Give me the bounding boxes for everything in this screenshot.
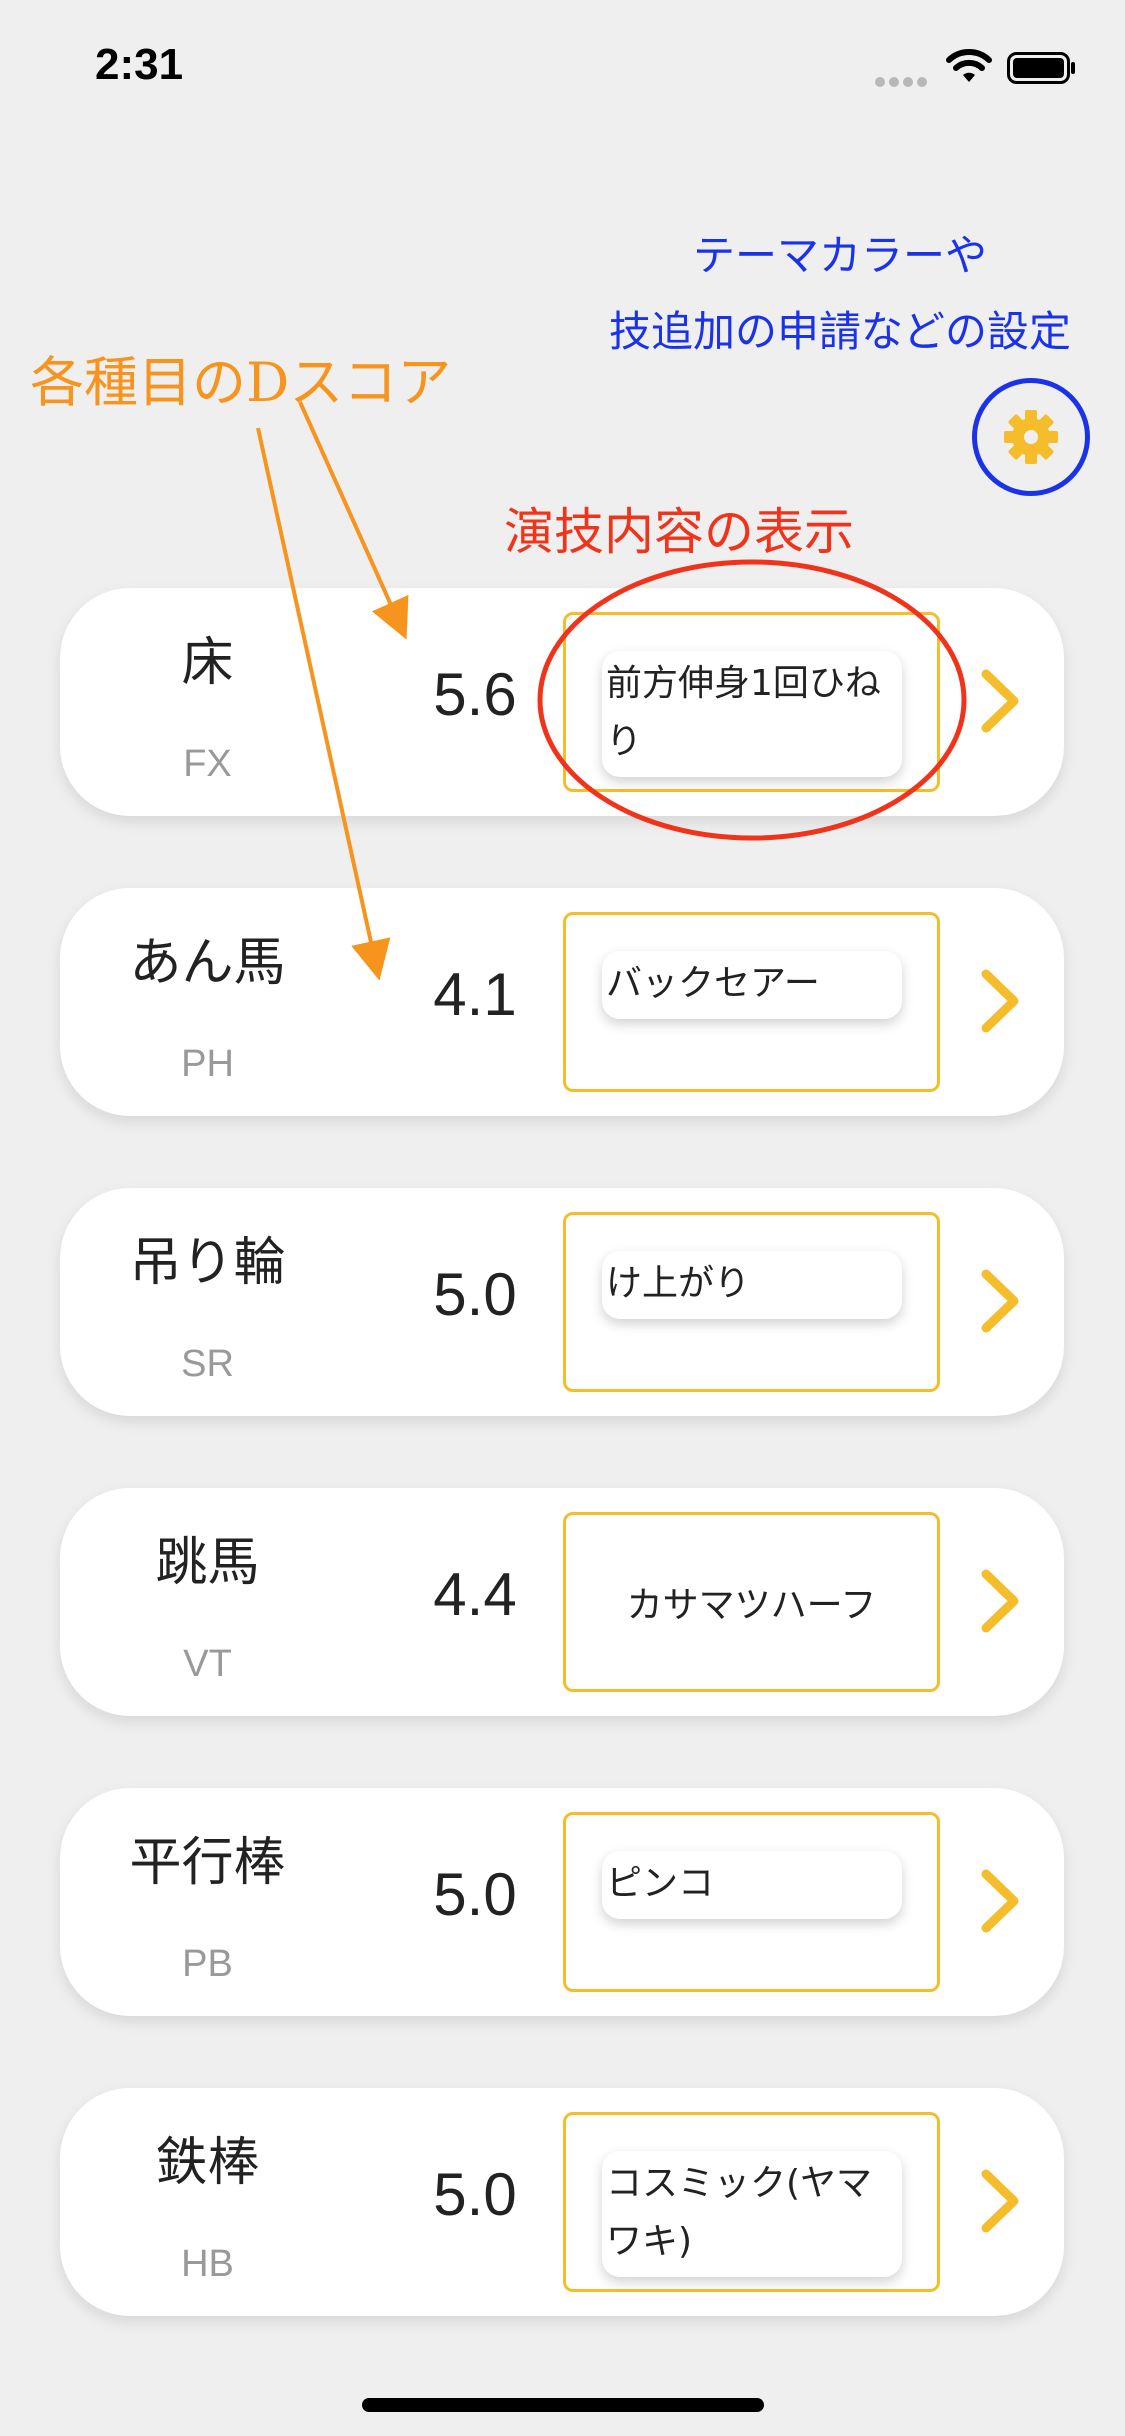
settings-annotation: テーマカラーや 技追加の申請などの設定	[570, 218, 1110, 370]
chevron-right-icon[interactable]	[978, 2168, 1022, 2234]
chevron-right-icon[interactable]	[978, 668, 1022, 734]
d-score: 4.4	[433, 1561, 517, 1628]
skill-box[interactable]: ピンコ	[563, 1812, 940, 1992]
event-card-pb[interactable]: 平行棒 PB 5.0 ピンコ	[60, 1788, 1064, 2016]
skill-box[interactable]: け上がり	[563, 1212, 940, 1392]
battery-icon	[1007, 52, 1075, 84]
d-score: 5.0	[433, 1261, 517, 1328]
event-name: 鉄棒	[155, 2133, 260, 2193]
event-name: 床	[181, 633, 234, 693]
d-score: 5.6	[433, 661, 517, 728]
chevron-right-icon[interactable]	[978, 968, 1022, 1034]
d-score: 4.1	[433, 961, 517, 1028]
skill-label: ピンコ	[602, 1851, 902, 1919]
event-code: PB	[182, 1943, 233, 1985]
gear-icon	[1004, 410, 1058, 464]
event-name: あん馬	[129, 933, 286, 993]
skill-label: カサマツハーフ	[626, 1585, 877, 1626]
wifi-icon	[946, 49, 992, 82]
settings-annotation-line: 技追加の申請などの設定	[608, 307, 1071, 356]
event-card-sr[interactable]: 吊り輪 SR 5.0 け上がり	[60, 1188, 1064, 1416]
home-indicator	[362, 2398, 764, 2412]
event-code: PH	[181, 1043, 234, 1085]
event-name: 跳馬	[155, 1533, 260, 1593]
skill-label: け上がり	[602, 1251, 902, 1319]
event-name: 平行棒	[129, 1833, 286, 1893]
settings-button[interactable]	[972, 378, 1090, 496]
skill-box[interactable]: カサマツハーフ	[563, 1512, 940, 1692]
chevron-right-icon[interactable]	[978, 1568, 1022, 1634]
chevron-right-icon[interactable]	[978, 1268, 1022, 1334]
event-card-ph[interactable]: あん馬 PH 4.1 バックセアー	[60, 888, 1064, 1116]
event-card-vt[interactable]: 跳馬 VT 4.4 カサマツハーフ	[60, 1488, 1064, 1716]
status-time: 2:31	[95, 40, 184, 89]
skill-label: コスミック(ヤマワキ)	[602, 2151, 902, 2277]
event-code: VT	[183, 1643, 232, 1685]
skill-box[interactable]: コスミック(ヤマワキ)	[563, 2112, 940, 2292]
event-code: FX	[183, 743, 232, 785]
skill-label: 前方伸身1回ひねり	[602, 651, 902, 777]
content-annotation: 演技内容の表示	[504, 503, 854, 561]
skill-box[interactable]: バックセアー	[563, 912, 940, 1092]
chevron-right-icon[interactable]	[978, 1868, 1022, 1934]
event-code: HB	[181, 2243, 234, 2285]
skill-box[interactable]: 前方伸身1回ひねり	[563, 612, 940, 792]
d-score: 5.0	[433, 1861, 517, 1928]
skill-label: バックセアー	[602, 951, 902, 1019]
event-name: 吊り輪	[129, 1233, 286, 1293]
d-score: 5.0	[433, 2161, 517, 2228]
event-card-fx[interactable]: 床 FX 5.6 前方伸身1回ひねり	[60, 588, 1064, 816]
status-icons	[875, 48, 1085, 88]
settings-annotation-line: テーマカラーや	[692, 231, 987, 280]
dscore-annotation: 各種目のDスコア	[30, 351, 452, 414]
signal-icon	[875, 72, 931, 91]
event-card-hb[interactable]: 鉄棒 HB 5.0 コスミック(ヤマワキ)	[60, 2088, 1064, 2316]
event-code: SR	[181, 1343, 234, 1385]
